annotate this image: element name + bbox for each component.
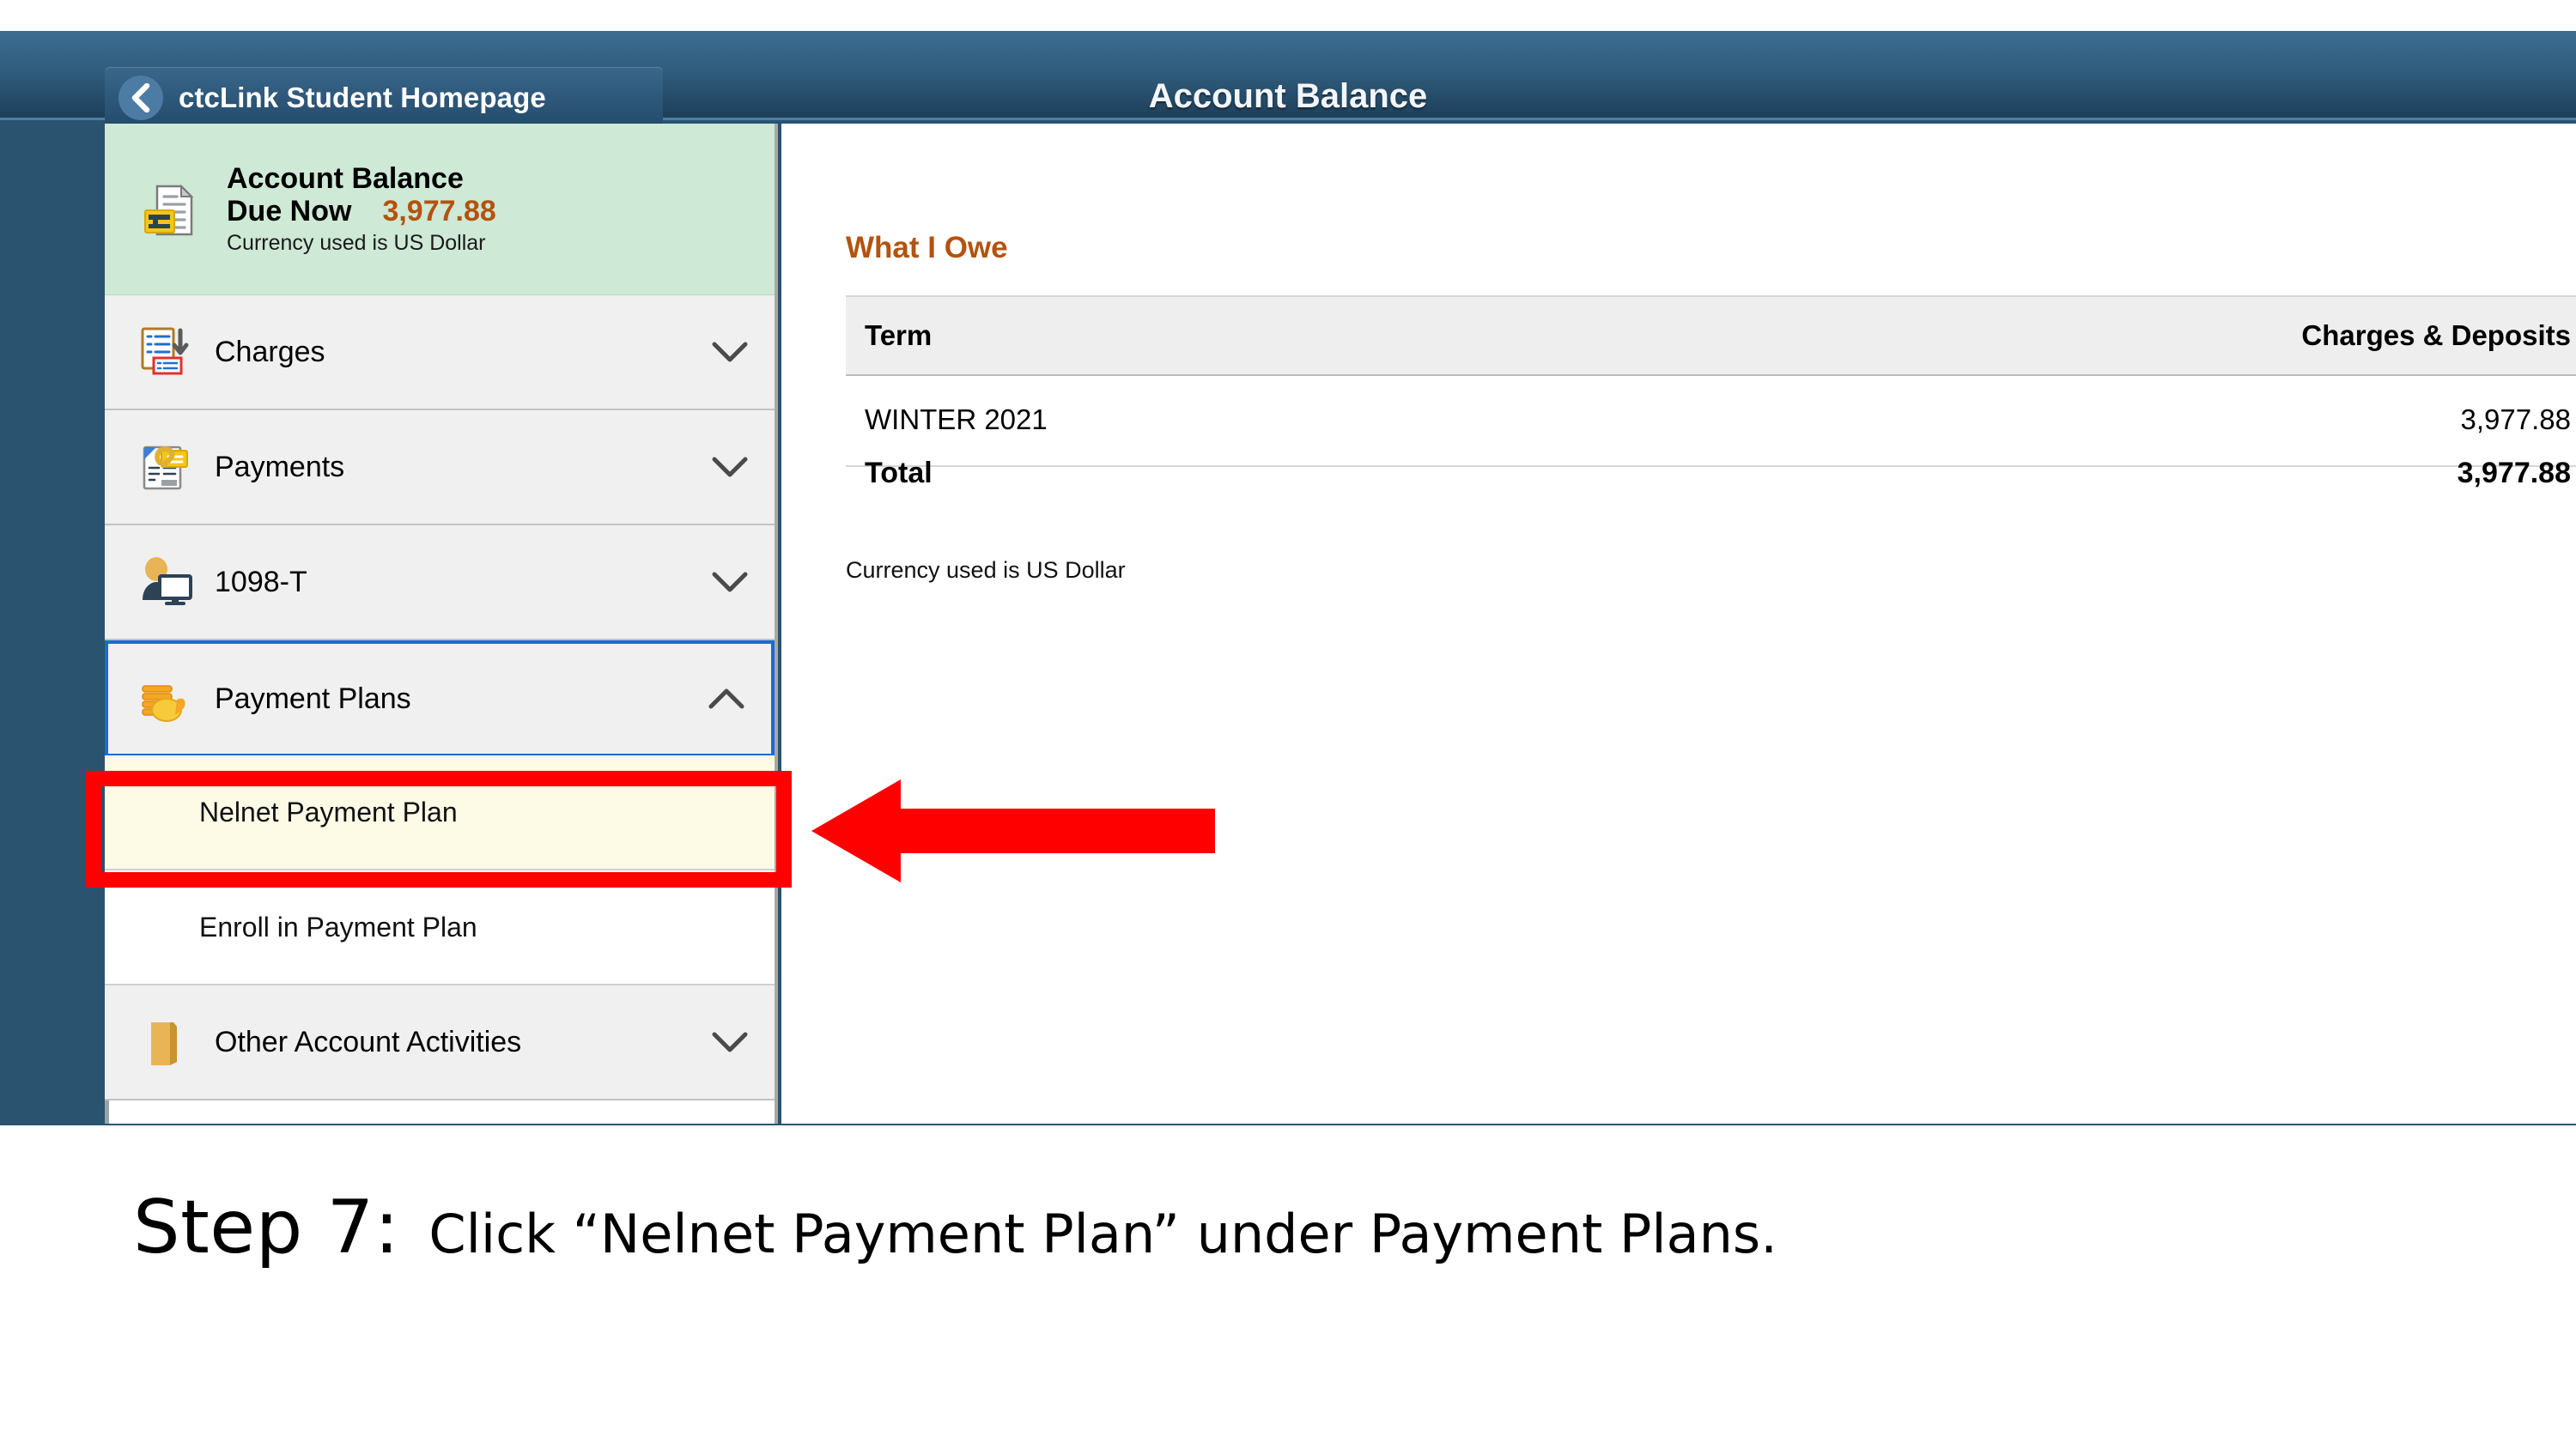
total-label: Total	[865, 457, 933, 489]
content-currency-note: Currency used is US Dollar	[846, 557, 1126, 583]
total-row: Total 3,977.88	[846, 457, 2576, 490]
coins-stack-icon	[129, 669, 203, 729]
sidebar-item-label: Payments	[215, 450, 345, 483]
sidebar-subitem-label: Nelnet Payment Plan	[199, 796, 458, 828]
what-i-owe-heading: What I Owe	[846, 231, 1008, 264]
sidebar-subitem-nelnet-payment-plan[interactable]: Nelnet Payment Plan	[105, 755, 775, 870]
table-row: WINTER 2021 3,977.88	[846, 375, 2576, 467]
sidebar-item-label: 1098-T	[215, 565, 307, 598]
balance-card-title: Account Balance	[227, 161, 464, 195]
balance-due-line: Due Now 3,977.88	[227, 195, 496, 227]
sidebar-item-label: Charges	[215, 335, 325, 368]
sidebar-item-other-account-activities[interactable]: Other Account Activities	[105, 985, 775, 1100]
chevron-down-icon[interactable]	[708, 455, 752, 479]
cell-term: WINTER 2021	[846, 375, 1711, 467]
cell-amount: 3,977.88	[1710, 375, 2576, 467]
chevron-down-icon[interactable]	[708, 570, 752, 594]
sidebar-subitem-enroll-in-payment-plan[interactable]: Enroll in Payment Plan	[105, 870, 775, 985]
total-amount: 3,977.88	[2457, 457, 2571, 489]
balance-currency-note: Currency used is US Dollar	[227, 231, 486, 256]
column-header-charges-deposits: Charges & Deposits	[1710, 295, 2576, 376]
balance-due-label: Due Now	[227, 195, 352, 227]
chevron-down-icon[interactable]	[708, 1030, 752, 1054]
ctclink-account-balance-screenshot: ctcLink Student Homepage Account Balance	[0, 0, 2576, 1133]
app-header-bar: ctcLink Student Homepage Account Balance	[0, 31, 2576, 129]
main-content-pane: What I Owe Term Charges & Deposits WINTE…	[781, 124, 2576, 1124]
sidebar-item-1098-t[interactable]: 1098-T	[105, 525, 775, 640]
what-i-owe-table: Term Charges & Deposits WINTER 2021 3,97…	[846, 295, 2576, 467]
sidebar-subitem-label: Enroll in Payment Plan	[199, 911, 477, 943]
balance-card-text: Account Balance Due Now 3,977.88 Currenc…	[227, 162, 496, 256]
sidebar-item-label: Other Account Activities	[215, 1025, 522, 1058]
charges-list-icon	[129, 322, 203, 382]
user-monitor-icon	[129, 552, 203, 612]
left-navigation-panel: Account Balance Due Now 3,977.88 Currenc…	[105, 124, 778, 1124]
caption: Step 7: Click “Nelnet Payment Plan” unde…	[0, 1185, 2576, 1270]
chevron-down-icon[interactable]	[708, 340, 752, 364]
folder-icon	[129, 1012, 203, 1072]
caption-step-label: Step 7:	[133, 1185, 400, 1270]
account-balance-summary-card[interactable]: Account Balance Due Now 3,977.88 Currenc…	[105, 124, 775, 295]
caption-instruction-text: Click “Nelnet Payment Plan” under Paymen…	[428, 1203, 1777, 1265]
balance-due-amount: 3,977.88	[382, 195, 496, 227]
column-header-term: Term	[846, 295, 1711, 376]
payments-clip-icon	[129, 437, 203, 497]
invoice-document-icon	[129, 178, 211, 241]
table-header-row: Term Charges & Deposits	[846, 295, 2576, 376]
sidebar-item-payment-plans[interactable]: Payment Plans	[105, 640, 775, 755]
page-title: Account Balance	[1148, 77, 1428, 115]
sidebar-item-payments[interactable]: Payments	[105, 410, 775, 525]
chevron-up-icon[interactable]	[704, 687, 749, 711]
sidebar-item-charges[interactable]: Charges	[105, 295, 775, 410]
sidebar-item-label: Payment Plans	[215, 682, 411, 715]
